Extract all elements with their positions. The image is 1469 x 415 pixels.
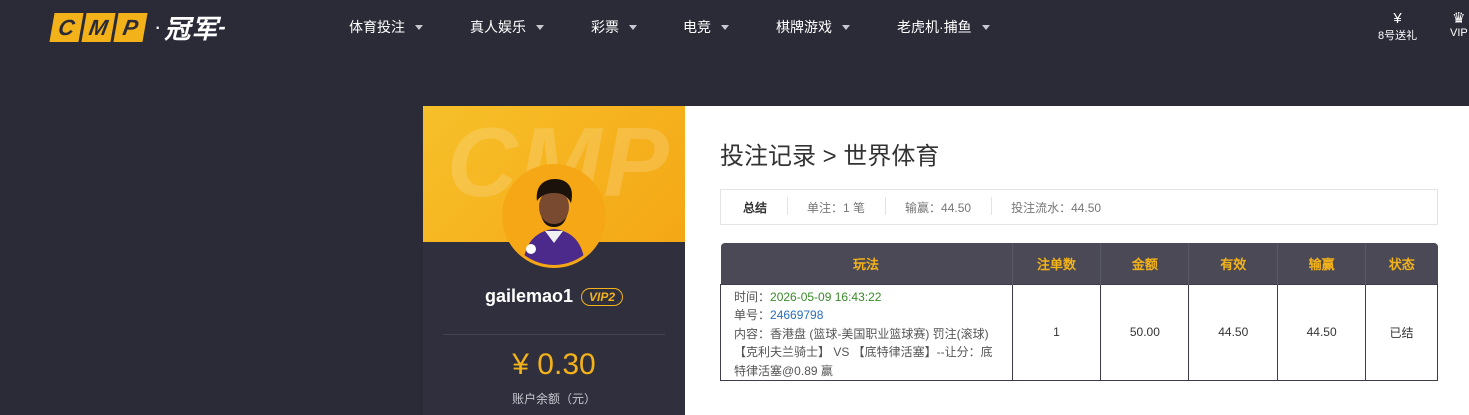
nav-item-label: 真人娱乐 — [470, 19, 526, 35]
page-title: 投注记录 > 世界体育 — [720, 143, 940, 170]
top-navbar: C M P · 冠军 - 体育投注 真人娱乐 彩票 电竞 棋牌游戏 老虎机·捕鱼 — [0, 0, 1469, 54]
nav-item-lottery[interactable]: 彩票 — [591, 17, 637, 37]
chevron-down-icon — [981, 24, 990, 30]
bet-valid-cell: 44.50 — [1188, 283, 1279, 381]
nav-item-card-games[interactable]: 棋牌游戏 — [776, 17, 850, 37]
chevron-down-icon — [415, 24, 423, 30]
bet-status-cell: 已结 — [1365, 283, 1438, 381]
account-balance: ¥ 0.30 — [512, 348, 596, 381]
gift-promo-label: 8号送礼 — [1378, 30, 1418, 42]
header-play-type: 玩法 — [720, 243, 1013, 284]
logo-letter-c: C — [49, 12, 84, 42]
bet-amount-cell: 50.00 — [1100, 283, 1190, 381]
nav-item-label: 电竞 — [683, 19, 711, 35]
bet-order-number[interactable]: 24669798 — [770, 308, 823, 322]
bet-win-loss-cell: 44.50 — [1277, 283, 1367, 381]
nav-item-sports[interactable]: 体育投注 — [349, 17, 423, 37]
username: gailemao1 — [484, 286, 574, 306]
chevron-down-icon — [721, 24, 729, 30]
summary-title: 总结 — [743, 200, 768, 215]
summary-turnover: 投注流水：44.50 — [991, 196, 1121, 216]
logo-chinese-text: 冠军 — [164, 13, 219, 44]
chevron-down-icon — [842, 24, 850, 30]
bet-order-label: 单号： — [734, 308, 771, 322]
vip-level-badge: VIP2 — [581, 287, 624, 306]
crown-icon: ♛ — [1452, 10, 1466, 27]
profile-panel: CMP gailemao1 VIP2 ¥ 0.30 账户余额（元） — [423, 106, 685, 415]
avatar[interactable] — [502, 164, 606, 268]
header-status: 状态 — [1365, 243, 1438, 284]
vip-link[interactable]: ♛ VIP — [1450, 10, 1468, 40]
bet-time-line: 时间：2026-05-09 16:43:22 — [734, 288, 1000, 307]
yen-gift-icon: ¥ — [1393, 10, 1402, 27]
logo-letter-m: M — [81, 12, 116, 42]
summary-bar: 总结 单注：1 笔 输赢：44.50 投注流水：44.50 — [720, 189, 1438, 225]
brand-logo[interactable]: C M P · 冠军 - — [49, 12, 226, 44]
summary-single-bets: 单注：1 笔 — [787, 196, 885, 216]
header-bet-count: 注单数 — [1011, 243, 1101, 284]
table-header-row: 玩法 注单数 金额 有效 输赢 状态 — [720, 243, 1438, 284]
nav-item-label: 彩票 — [591, 19, 619, 35]
chevron-down-icon — [536, 24, 544, 30]
nav-item-label: 体育投注 — [349, 19, 405, 35]
nav-item-slots-fishing[interactable]: 老虎机·捕鱼 — [897, 17, 990, 37]
nav-item-label: 老虎机·捕鱼 — [897, 19, 972, 35]
account-balance-label: 账户余额（元） — [511, 392, 596, 406]
bet-time: 2026-05-09 16:43:22 — [770, 289, 882, 304]
divider — [443, 334, 665, 335]
gift-promo-link[interactable]: ¥ 8号送礼 — [1378, 11, 1417, 43]
summary-win-loss: 输赢：44.50 — [885, 196, 991, 216]
bet-details-cell: 时间：2026-05-09 16:43:22 单号：24669798 内容：香港… — [720, 283, 1013, 381]
logo-dash: - — [218, 14, 226, 39]
logo-letter-p: P — [113, 12, 148, 42]
logo-dot: · — [154, 14, 162, 39]
header-amount: 金额 — [1100, 243, 1189, 284]
header-win-loss: 输赢 — [1277, 243, 1366, 284]
nav-item-label: 棋牌游戏 — [776, 19, 832, 35]
username-row: gailemao1 VIP2 — [423, 286, 685, 307]
table-row[interactable]: 时间：2026-05-09 16:43:22 单号：24669798 内容：香港… — [720, 283, 1438, 381]
main-content: 投注记录 > 世界体育 总结 单注：1 笔 输赢：44.50 投注流水：44.5… — [685, 106, 1469, 415]
bet-time-label: 时间： — [734, 289, 771, 304]
vip-label: VIP — [1450, 27, 1468, 39]
header-valid: 有效 — [1188, 243, 1278, 284]
bet-records-table: 玩法 注单数 金额 有效 输赢 状态 时间：2026-05-09 16:43:2… — [720, 243, 1438, 381]
bet-content: 内容：香港盘 (篮球-美国职业篮球赛) 罚注(滚球) 【克利夫兰骑士】 VS 【… — [734, 326, 993, 378]
nav-item-esports[interactable]: 电竞 — [683, 17, 729, 37]
nav-item-live-casino[interactable]: 真人娱乐 — [470, 17, 544, 37]
bet-count-cell: 1 — [1011, 283, 1102, 381]
bet-order-line: 单号：24669798 — [734, 306, 1000, 325]
chevron-down-icon — [629, 24, 637, 30]
